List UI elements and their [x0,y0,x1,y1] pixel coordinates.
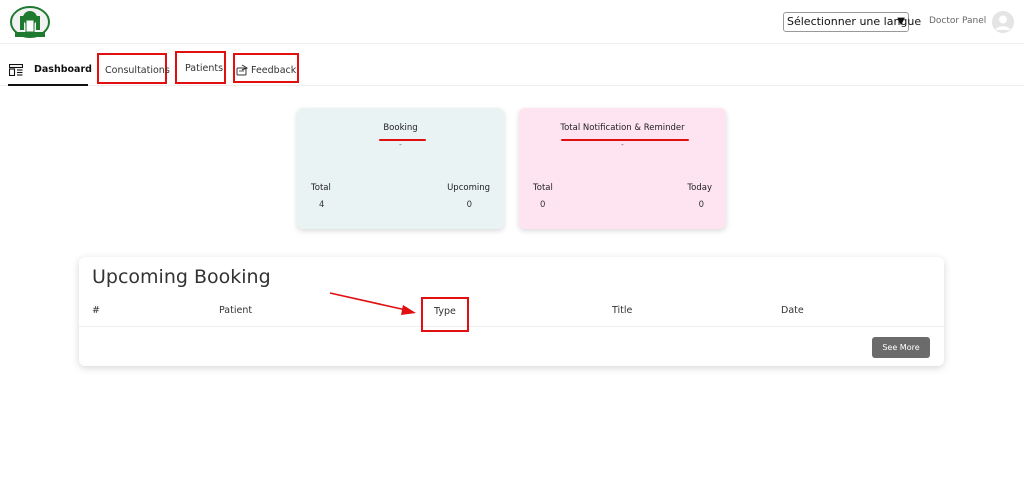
tab-dashboard[interactable]: Dashboard [8,64,92,86]
notification-card: Total Notification & Reminder - Total 0 … [519,108,726,229]
logo-icon[interactable] [10,6,50,39]
notification-today-value: 0 [698,200,704,210]
tab-patients-label: Patients [185,63,224,74]
column-header-patient: Patient [219,305,253,316]
avatar-icon[interactable] [992,11,1014,33]
booking-card-title: Booking [383,123,418,133]
column-header-date: Date [781,305,804,316]
chevron-down-icon: ▼ [897,16,905,27]
column-header-title: Title [612,305,633,316]
tab-dashboard-label: Dashboard [34,64,92,75]
top-header: Sélectionner une langue ▼ Doctor Panel [0,0,1024,44]
see-more-button[interactable]: See More [872,337,930,358]
doctor-panel-label[interactable]: Doctor Panel [929,16,986,26]
tab-feedback-label: Feedback [251,65,297,76]
upcoming-booking-title: Upcoming Booking [92,266,271,288]
column-header-type: Type [434,306,456,317]
dashboard-icon [9,64,23,76]
notification-card-title: Total Notification & Reminder [560,123,685,133]
booking-card: Booking - Total 4 Upcoming 0 [297,108,504,229]
tab-consultations[interactable]: Consultations [97,53,170,84]
booking-card-subtitle: - [399,140,402,149]
notification-card-subtitle: - [621,140,624,149]
booking-total-value: 4 [319,200,325,210]
tab-feedback[interactable]: Feedback [233,53,299,83]
booking-total-label: Total [311,183,331,193]
booking-upcoming-value: 0 [466,200,472,210]
tab-consultations-label: Consultations [105,65,170,76]
column-header-number: # [92,305,100,316]
tab-patients[interactable]: Patients [175,51,226,84]
nav-tabs: Dashboard Consultations Patients Feedbac… [0,50,1024,86]
table-header-divider [79,326,944,327]
feedback-icon [236,64,249,76]
notification-total-label: Total [533,183,553,193]
notification-total-value: 0 [540,200,546,210]
upcoming-booking-panel: Upcoming Booking # Patient Title Date Se… [79,257,944,366]
type-column-highlight: Type [421,297,469,332]
notification-today-label: Today [687,183,712,193]
language-select[interactable]: Sélectionner une langue ▼ [783,12,921,32]
booking-upcoming-label: Upcoming [447,183,490,193]
